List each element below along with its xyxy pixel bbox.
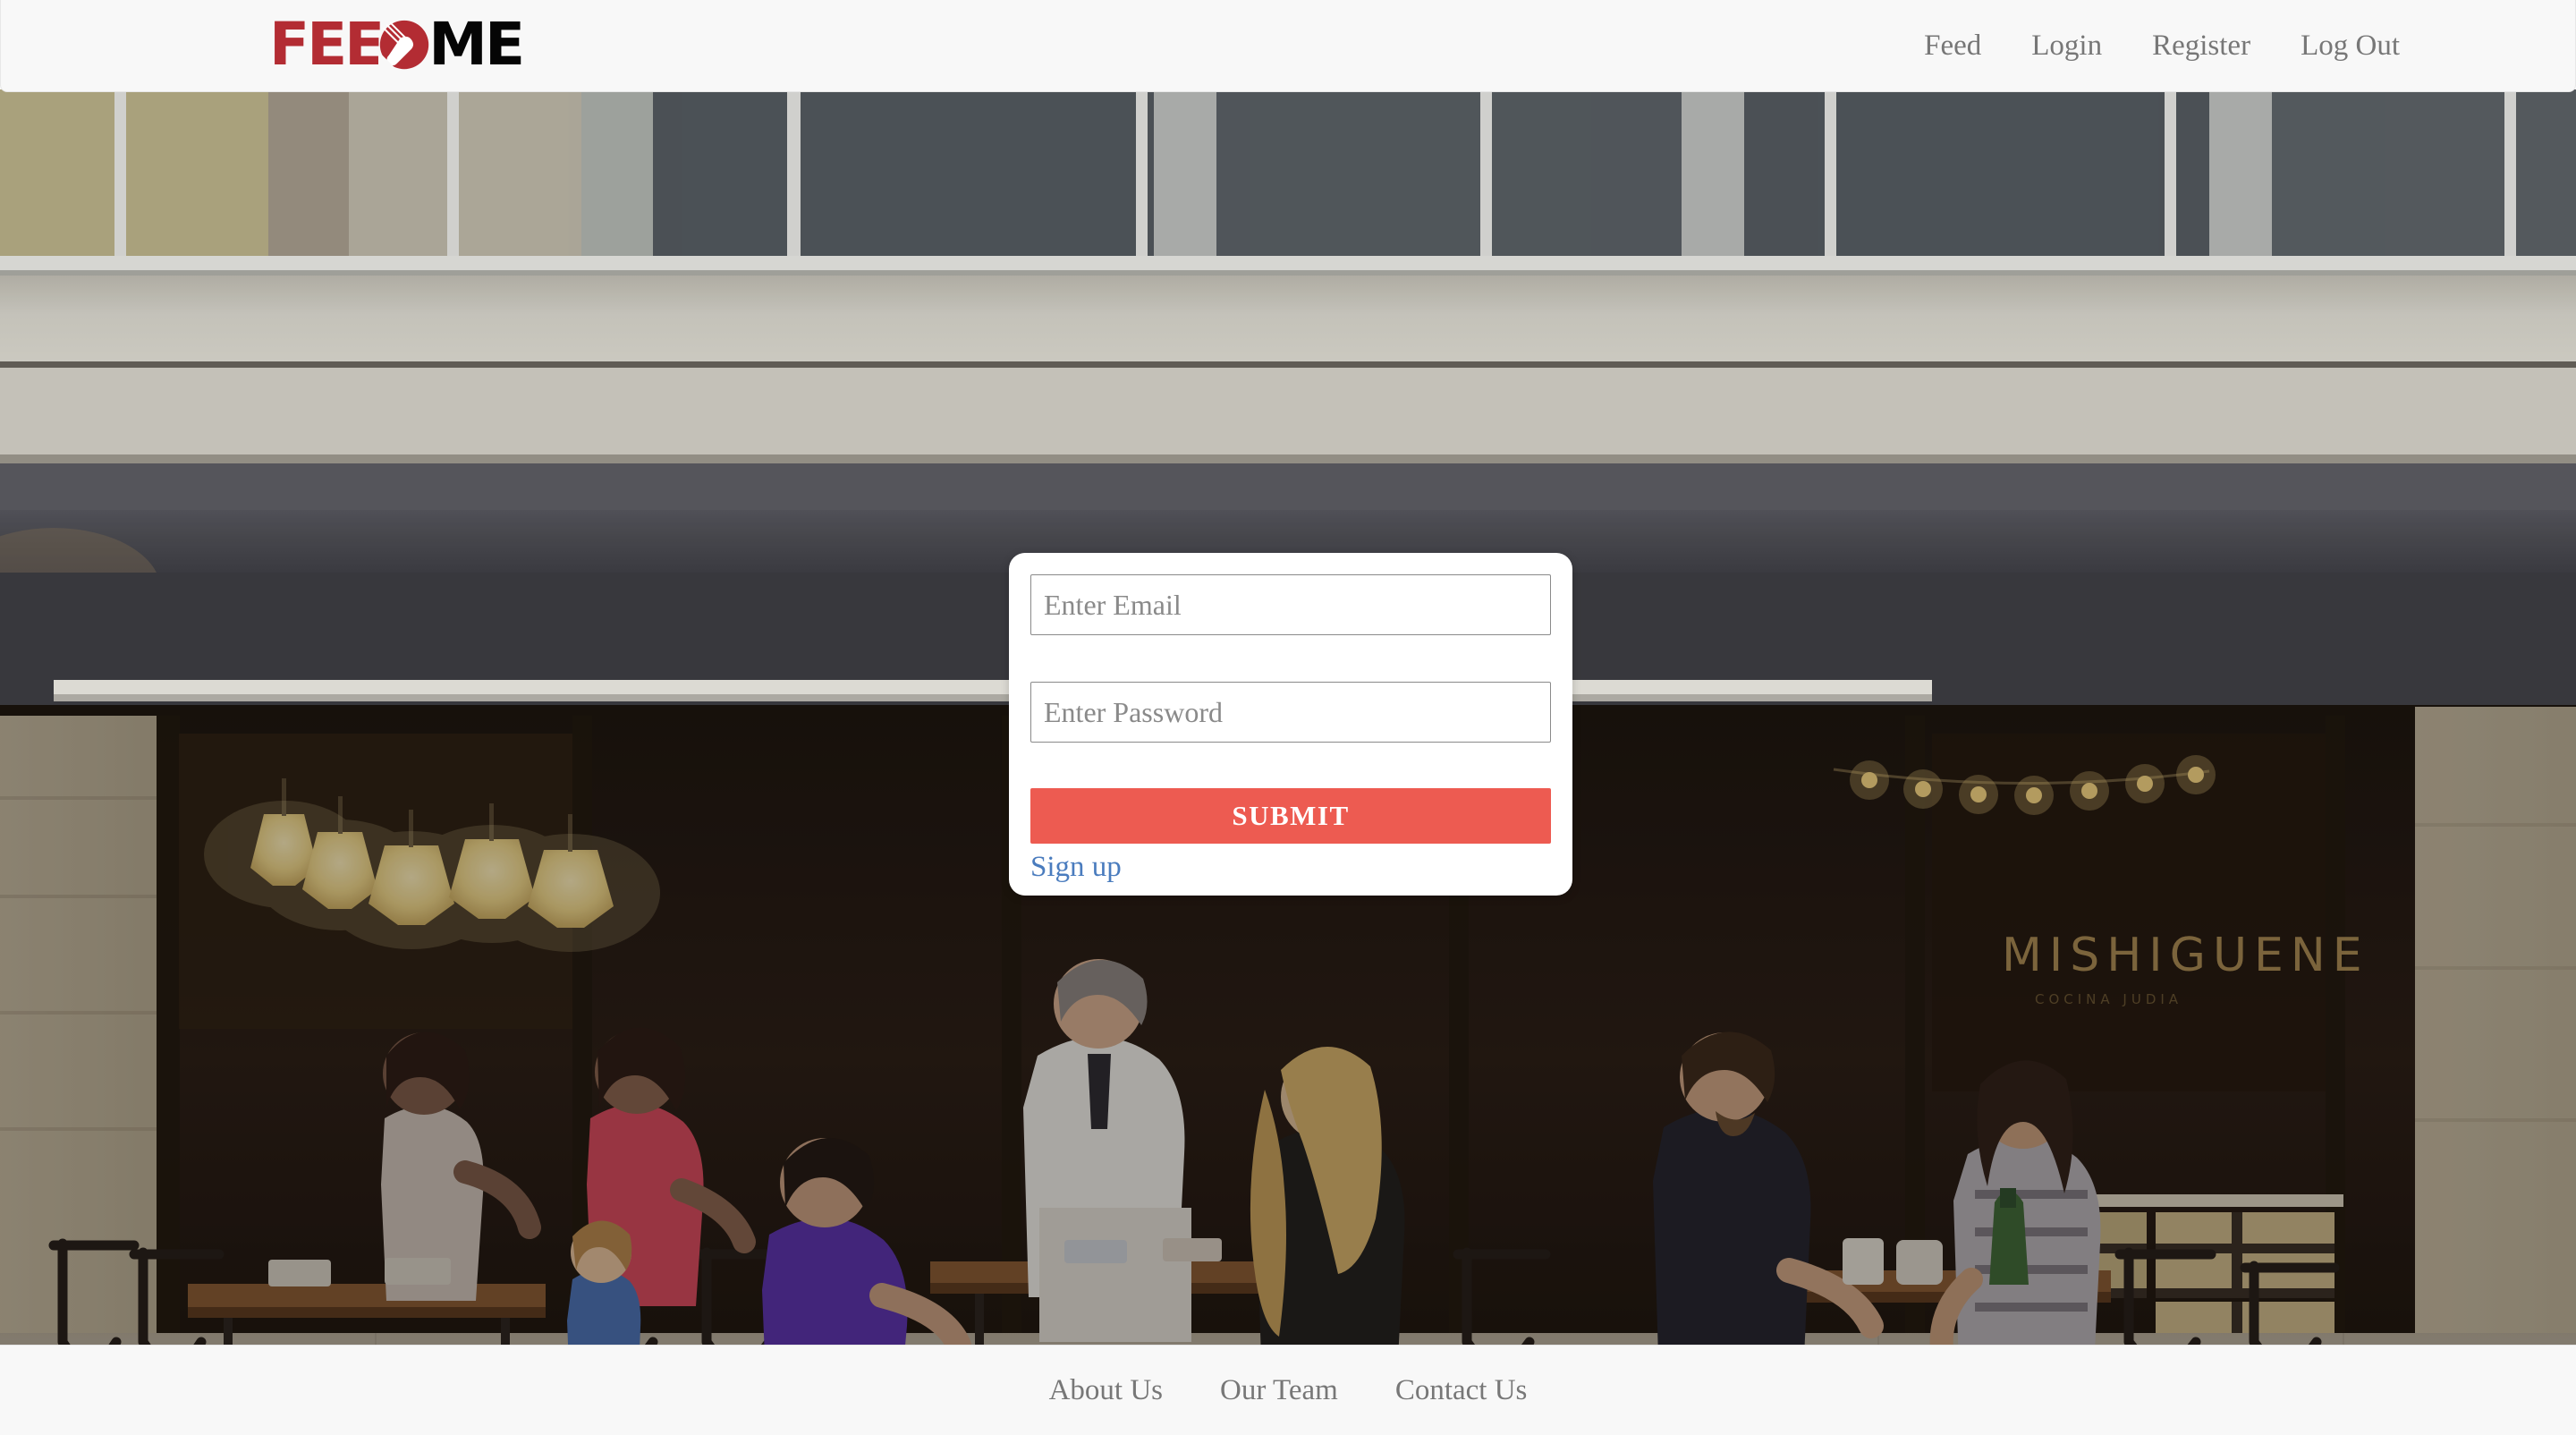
brand-logo-text-secondary: ME: [428, 10, 525, 79]
fork-circle-icon: [378, 19, 430, 71]
footer-link-about-us[interactable]: About Us: [1021, 1374, 1191, 1407]
page-footer: About Us Our Team Contact Us: [0, 1345, 2576, 1435]
footer-link-our-team[interactable]: Our Team: [1191, 1374, 1367, 1407]
form-spacer-1: [1030, 635, 1551, 682]
navbar-links: Feed Login Register Log Out: [1899, 0, 2425, 92]
password-field[interactable]: [1030, 682, 1551, 743]
brand-logo[interactable]: FEE ME: [269, 10, 525, 79]
nav-link-login[interactable]: Login: [2006, 31, 2127, 61]
form-spacer-2: [1030, 743, 1551, 788]
submit-button[interactable]: SUBMIT: [1030, 788, 1551, 844]
email-field[interactable]: [1030, 574, 1551, 635]
brand-logo-text-primary: FEE: [269, 10, 385, 79]
top-navbar: FEE ME Feed Login Register Log Out: [0, 0, 2576, 92]
footer-link-contact-us[interactable]: Contact Us: [1367, 1374, 1556, 1407]
nav-link-logout[interactable]: Log Out: [2275, 31, 2425, 61]
signup-link[interactable]: Sign up: [1030, 850, 1122, 886]
nav-link-feed[interactable]: Feed: [1899, 31, 2006, 61]
nav-link-register[interactable]: Register: [2127, 31, 2275, 61]
page-root: MISHIGUENE COCINA JUDIA FEE ME Feed Logi…: [0, 0, 2576, 1435]
login-form-card: SUBMIT Sign up: [1009, 553, 1572, 896]
